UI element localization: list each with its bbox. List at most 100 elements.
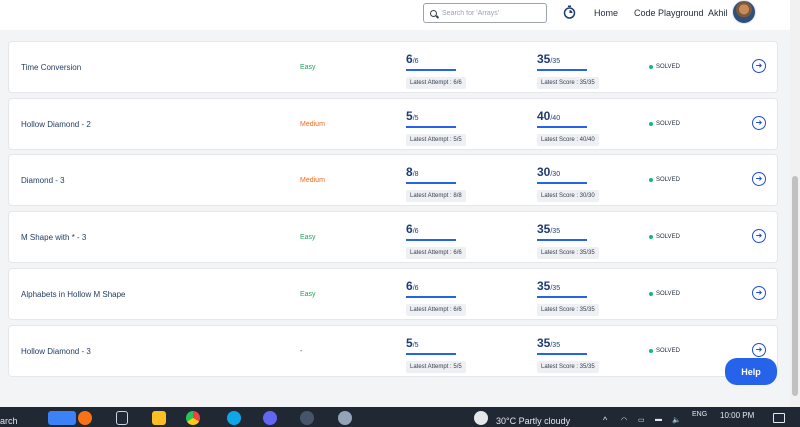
score-value: 40/40: [537, 107, 612, 125]
status-badge: SOLVED: [649, 177, 680, 183]
problem-row[interactable]: Hollow Diamond - 2 Medium 5/5 Latest Att…: [8, 98, 778, 150]
score-count: 35: [537, 52, 551, 66]
status-text: SOLVED: [656, 64, 680, 70]
display-icon[interactable]: ▬: [655, 416, 662, 423]
arrow-right-circle-icon[interactable]: ➜: [752, 59, 766, 73]
latest-attempt-badge: Latest Attempt : 8/8: [406, 190, 466, 202]
score-count: 30: [537, 165, 551, 179]
nav-home-link[interactable]: Home: [594, 8, 618, 18]
basketball-icon[interactable]: [78, 411, 92, 425]
latest-score-badge: Latest Score : 30/30: [537, 190, 599, 202]
problem-name[interactable]: Hollow Diamond - 2: [21, 120, 91, 129]
problem-name[interactable]: Alphabets in Hollow M Shape: [21, 290, 126, 299]
arrow-right-circle-icon[interactable]: ➜: [752, 116, 766, 130]
arrow-right-circle-icon[interactable]: ➜: [752, 286, 766, 300]
app-icon[interactable]: [263, 411, 277, 425]
problem-name[interactable]: Diamond - 3: [21, 176, 65, 185]
latest-score-badge: Latest Score : 35/35: [537, 77, 599, 89]
status-badge: SOLVED: [649, 291, 680, 297]
score-metric: 35/35 Latest Score : 35/35: [537, 334, 612, 373]
app-icon-2[interactable]: [300, 411, 314, 425]
file-explorer-icon[interactable]: [152, 411, 166, 425]
avatar[interactable]: [732, 0, 756, 24]
weather-icon: [474, 411, 488, 425]
attempt-value: 8/8: [406, 163, 481, 181]
score-progress-bar: [537, 126, 587, 128]
search-box[interactable]: [423, 3, 547, 23]
network-icon[interactable]: ◠: [621, 416, 627, 424]
attempt-progress-bar: [406, 69, 456, 71]
score-metric: 40/40 Latest Score : 40/40: [537, 107, 612, 146]
score-count: 35: [537, 279, 551, 293]
score-progress-bar: [537, 296, 587, 298]
status-dot-icon: [649, 292, 653, 296]
clock-time[interactable]: 10:00 PM: [720, 411, 754, 420]
score-value: 35/35: [537, 50, 612, 68]
attempt-count: 6: [406, 279, 413, 293]
attempt-metric: 5/5 Latest Attempt : 5/5: [406, 107, 481, 146]
attempt-value: 6/6: [406, 220, 481, 238]
scrollbar-thumb[interactable]: [792, 176, 798, 396]
score-value: 35/35: [537, 277, 612, 295]
attempt-progress-bar: [406, 296, 456, 298]
difficulty-label: Medium: [300, 177, 325, 184]
latest-attempt-badge: Latest Attempt : 5/5: [406, 134, 466, 146]
status-dot-icon: [649, 178, 653, 182]
help-button[interactable]: Help: [725, 358, 777, 385]
latest-score-badge: Latest Score : 35/35: [537, 361, 599, 373]
attempt-total: /6: [412, 58, 419, 65]
status-badge: SOLVED: [649, 64, 680, 70]
user-name[interactable]: Akhil: [708, 8, 728, 18]
difficulty-label: Medium: [300, 121, 325, 128]
score-count: 35: [537, 336, 551, 350]
notification-icon[interactable]: [773, 413, 785, 423]
status-dot-icon: [649, 65, 653, 69]
problem-name[interactable]: M Shape with * - 3: [21, 233, 86, 242]
arrow-right-circle-icon[interactable]: ➜: [752, 229, 766, 243]
chrome-icon[interactable]: [186, 411, 200, 425]
attempt-count: 5: [406, 336, 413, 350]
problem-row[interactable]: Hollow Diamond - 3 - 5/5 Latest Attempt …: [8, 325, 778, 377]
weather-text[interactable]: 30°C Partly cloudy: [496, 416, 570, 426]
score-value: 30/30: [537, 163, 612, 181]
taskbar-search-label[interactable]: arch: [0, 416, 18, 426]
arrow-right-circle-icon[interactable]: ➜: [752, 343, 766, 357]
chevron-up-icon[interactable]: ^: [603, 415, 607, 425]
nav-code-playground-link[interactable]: Code Playground: [634, 8, 704, 18]
paint-icon[interactable]: [338, 411, 352, 425]
score-progress-bar: [537, 239, 587, 241]
attempt-metric: 6/6 Latest Attempt : 6/6: [406, 220, 481, 259]
attempt-value: 6/6: [406, 50, 481, 68]
status-dot-icon: [649, 235, 653, 239]
edge-icon[interactable]: [227, 411, 241, 425]
status-badge: SOLVED: [649, 121, 680, 127]
problem-row[interactable]: Diamond - 3 Medium 8/8 Latest Attempt : …: [8, 154, 778, 206]
search-input[interactable]: [442, 9, 542, 17]
status-text: SOLVED: [656, 234, 680, 240]
attempt-metric: 6/6 Latest Attempt : 6/6: [406, 50, 481, 89]
attempt-progress-bar: [406, 239, 456, 241]
latest-attempt-badge: Latest Attempt : 6/6: [406, 247, 466, 259]
status-text: SOLVED: [656, 121, 680, 127]
volume-icon[interactable]: 🔈: [672, 416, 681, 424]
latest-score-badge: Latest Score : 40/40: [537, 134, 599, 146]
language-indicator[interactable]: ENG: [692, 411, 707, 418]
arrow-right-circle-icon[interactable]: ➜: [752, 172, 766, 186]
problem-row[interactable]: Time Conversion Easy 6/6 Latest Attempt …: [8, 41, 778, 93]
difficulty-label: Easy: [300, 234, 316, 241]
timer-icon[interactable]: [563, 5, 576, 19]
problem-name[interactable]: Hollow Diamond - 3: [21, 347, 91, 356]
battery-icon[interactable]: ▭: [638, 416, 645, 424]
problem-row[interactable]: M Shape with * - 3 Easy 6/6 Latest Attem…: [8, 211, 778, 263]
task-view-icon[interactable]: [116, 411, 128, 425]
widgets-icon[interactable]: [48, 411, 76, 425]
status-text: SOLVED: [656, 291, 680, 297]
problem-name[interactable]: Time Conversion: [21, 63, 81, 72]
status-text: SOLVED: [656, 177, 680, 183]
problem-row[interactable]: Alphabets in Hollow M Shape Easy 6/6 Lat…: [8, 268, 778, 320]
score-progress-bar: [537, 353, 587, 355]
attempt-total: /6: [412, 228, 419, 235]
attempt-progress-bar: [406, 126, 456, 128]
score-metric: 35/35 Latest Score : 35/35: [537, 220, 612, 259]
score-total: /30: [550, 171, 561, 178]
